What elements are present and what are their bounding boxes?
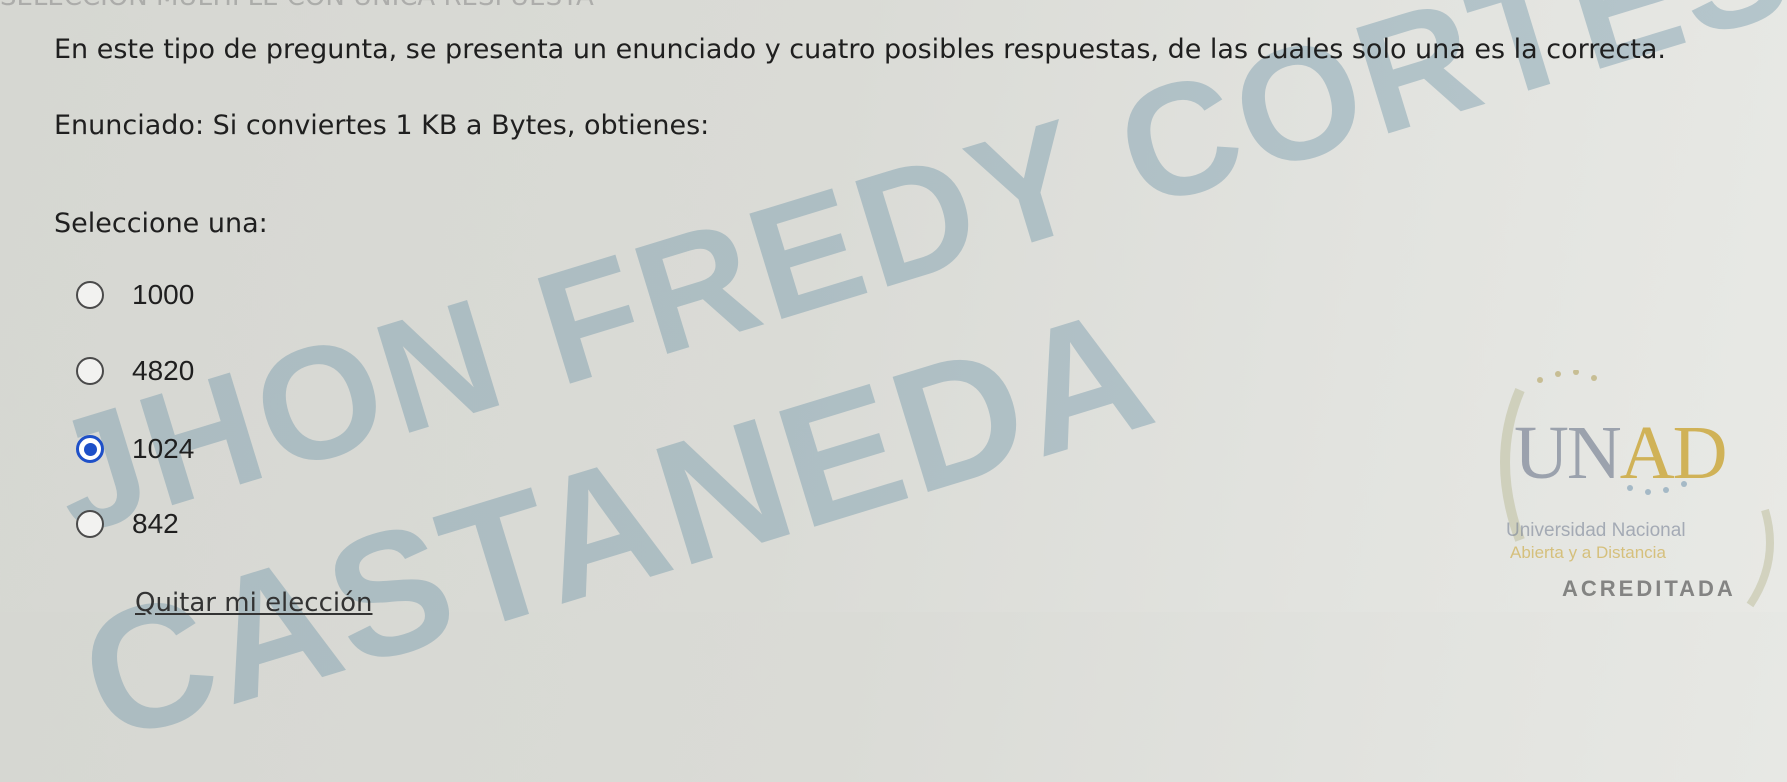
radio-button[interactable] <box>76 357 104 385</box>
watermark-surname: CASTANEDA <box>60 270 1174 780</box>
option-4820[interactable]: 4820 <box>76 351 194 391</box>
option-label: 1000 <box>132 279 195 310</box>
question-statement: Enunciado: Si conviertes 1 KB a Bytes, o… <box>54 110 710 141</box>
radio-button[interactable] <box>76 281 104 309</box>
radio-button-selected[interactable] <box>76 435 104 463</box>
option-label: 1024 <box>132 433 195 464</box>
option-label: 4820 <box>132 355 195 386</box>
logo-university-subtitle: Abierta y a Distancia <box>1510 543 1666 562</box>
option-1000[interactable]: 1000 <box>76 275 194 315</box>
option-842[interactable]: 842 <box>76 504 179 544</box>
radio-button[interactable] <box>76 510 104 538</box>
logo-accreditation: ACREDITADA <box>1562 576 1736 601</box>
logo-letters: UNAD <box>1514 411 1728 495</box>
logo-university-name: Universidad Nacional <box>1506 520 1686 541</box>
unad-logo: UNAD Universidad Nacional Abierta y a Di… <box>1480 370 1780 612</box>
radio-dot-icon <box>83 442 97 456</box>
question-intro: En este tipo de pregunta, se presenta un… <box>54 34 1666 65</box>
option-1024[interactable]: 1024 <box>76 429 194 469</box>
clipped-header-text: SELECCIÓN MÚLTIPLE CON ÚNICA RESPUESTA <box>0 0 594 12</box>
clear-choice-link[interactable]: Quitar mi elección <box>135 588 372 618</box>
select-prompt: Seleccione una: <box>54 208 268 239</box>
option-label: 842 <box>132 508 179 539</box>
